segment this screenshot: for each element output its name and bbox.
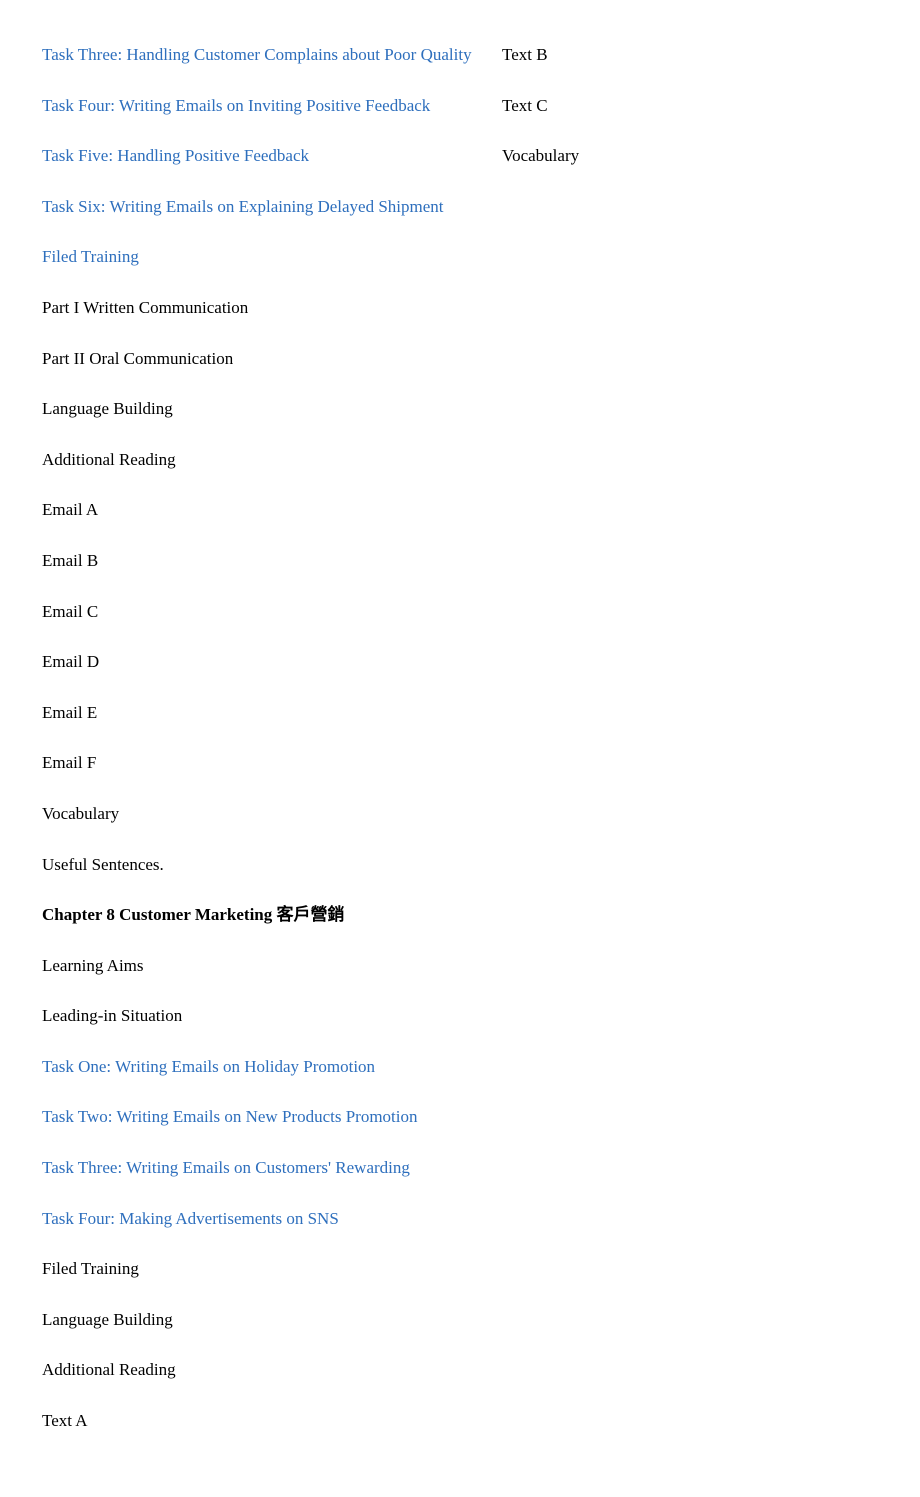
toc-text: Email A xyxy=(42,500,98,519)
toc-entry: Task Six: Writing Emails on Explaining D… xyxy=(42,192,472,223)
toc-link[interactable]: Task Five: Handling Positive Feedback xyxy=(42,146,309,165)
toc-text: Part I Written Communication xyxy=(42,298,248,317)
toc-entry: Task Four: Writing Emails on Inviting Po… xyxy=(42,91,472,122)
toc-entry: Vocabulary xyxy=(502,141,878,172)
toc-entry: Part II Oral Communication xyxy=(42,344,472,375)
toc-link[interactable]: Task Three: Writing Emails on Customers'… xyxy=(42,1158,410,1177)
toc-entry: Part I Written Communication xyxy=(42,293,472,324)
toc-text: Additional Reading xyxy=(42,450,176,469)
toc-link[interactable]: Task Six: Writing Emails on Explaining D… xyxy=(42,197,444,216)
toc-entry: Text C xyxy=(502,91,878,122)
toc-link[interactable]: Task Two: Writing Emails on New Products… xyxy=(42,1107,418,1126)
toc-text: Email B xyxy=(42,551,98,570)
toc-link[interactable]: Task Four: Writing Emails on Inviting Po… xyxy=(42,96,430,115)
left-column: Task Three: Handling Customer Complains … xyxy=(42,40,472,1457)
toc-link[interactable]: Task One: Writing Emails on Holiday Prom… xyxy=(42,1057,375,1076)
content-columns: Task Three: Handling Customer Complains … xyxy=(42,40,878,1457)
toc-entry: Task Three: Writing Emails on Customers'… xyxy=(42,1153,472,1184)
right-column: Text B Text C Vocabulary xyxy=(502,40,878,1457)
toc-text: Email F xyxy=(42,753,96,772)
toc-link[interactable]: Task Four: Making Advertisements on SNS xyxy=(42,1209,339,1228)
toc-link[interactable]: Filed Training xyxy=(42,247,139,266)
toc-entry: Leading-in Situation xyxy=(42,1001,472,1032)
toc-entry: Task Five: Handling Positive Feedback xyxy=(42,141,472,172)
toc-entry: Learning Aims xyxy=(42,951,472,982)
toc-entry: Filed Training xyxy=(42,242,472,273)
toc-entry: Email C xyxy=(42,597,472,628)
toc-text: Text C xyxy=(502,96,548,115)
toc-entry: Email F xyxy=(42,748,472,779)
toc-link[interactable]: Task Three: Handling Customer Complains … xyxy=(42,45,472,64)
toc-text: Vocabulary xyxy=(42,804,119,823)
toc-entry: Filed Training xyxy=(42,1254,472,1285)
toc-entry: Email A xyxy=(42,495,472,526)
toc-text: Text B xyxy=(502,45,548,64)
chapter-heading: Chapter 8 Customer Marketing 客戶營銷 xyxy=(42,905,345,924)
toc-entry: Text B xyxy=(502,40,878,71)
toc-text: Filed Training xyxy=(42,1259,139,1278)
toc-entry: Task Four: Making Advertisements on SNS xyxy=(42,1204,472,1235)
toc-text: Email E xyxy=(42,703,97,722)
toc-entry: Additional Reading xyxy=(42,445,472,476)
toc-text: Language Building xyxy=(42,399,173,418)
toc-text: Email C xyxy=(42,602,98,621)
toc-text: Text A xyxy=(42,1411,88,1430)
toc-entry: Email B xyxy=(42,546,472,577)
toc-text: Additional Reading xyxy=(42,1360,176,1379)
toc-entry: Task Three: Handling Customer Complains … xyxy=(42,40,472,71)
toc-text: Useful Sentences. xyxy=(42,855,164,874)
toc-entry: Email E xyxy=(42,698,472,729)
toc-entry: Language Building xyxy=(42,1305,472,1336)
toc-entry: Email D xyxy=(42,647,472,678)
toc-entry: Vocabulary xyxy=(42,799,472,830)
toc-text: Part II Oral Communication xyxy=(42,349,233,368)
toc-entry: Task One: Writing Emails on Holiday Prom… xyxy=(42,1052,472,1083)
toc-entry: Useful Sentences. xyxy=(42,850,472,881)
toc-entry: Text A xyxy=(42,1406,472,1437)
toc-text: Email D xyxy=(42,652,99,671)
toc-text: Vocabulary xyxy=(502,146,579,165)
toc-text: Learning Aims xyxy=(42,956,144,975)
toc-text: Language Building xyxy=(42,1310,173,1329)
toc-text: Leading-in Situation xyxy=(42,1006,182,1025)
toc-entry: Task Two: Writing Emails on New Products… xyxy=(42,1102,472,1133)
toc-entry: Language Building xyxy=(42,394,472,425)
toc-entry: Chapter 8 Customer Marketing 客戶營銷 xyxy=(42,900,472,931)
toc-entry: Additional Reading xyxy=(42,1355,472,1386)
